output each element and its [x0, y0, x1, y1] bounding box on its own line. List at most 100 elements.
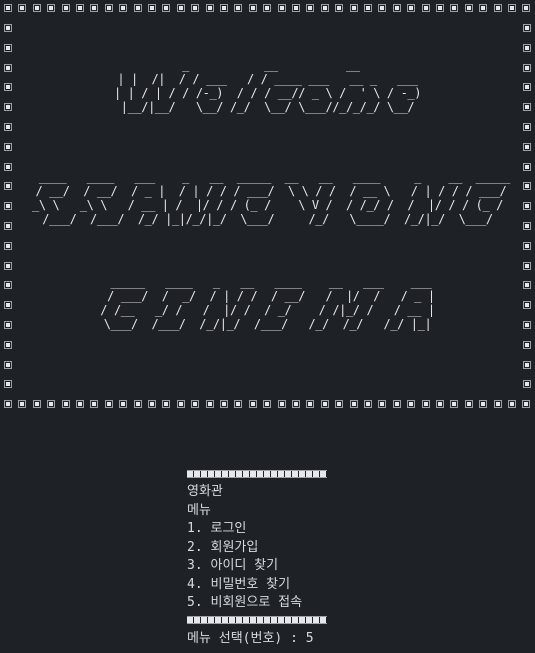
border-block	[33, 400, 41, 408]
border-block	[206, 400, 214, 408]
menu-item-find-id: 3. 아이디 찾기	[187, 558, 279, 573]
border-block	[4, 380, 12, 388]
border-block	[479, 4, 487, 12]
border-block	[4, 123, 12, 131]
menu-item-login: 1. 로그인	[187, 521, 247, 536]
border-block	[119, 400, 127, 408]
border-block	[522, 400, 530, 408]
border-block	[249, 400, 257, 408]
border-block	[407, 4, 415, 12]
border-block	[523, 361, 531, 369]
menu-prompt-input[interactable]: 메뉴 선택(번호) : 5	[187, 630, 487, 649]
border-block	[306, 4, 314, 12]
border-block	[422, 400, 430, 408]
border-block	[450, 4, 458, 12]
border-block	[335, 4, 343, 12]
border-block	[523, 24, 531, 32]
border-block	[522, 4, 530, 12]
border-block	[4, 361, 12, 369]
border-block	[177, 400, 185, 408]
menu-item-signup: 2. 회원가입	[187, 539, 259, 555]
border-block	[18, 400, 26, 408]
border-block	[292, 400, 300, 408]
border-block	[523, 123, 531, 131]
border-block	[436, 4, 444, 12]
border-block	[119, 4, 127, 12]
border-block	[47, 4, 55, 12]
separator-top	[187, 470, 327, 478]
separator-bottom	[187, 615, 327, 624]
border-block	[4, 400, 12, 408]
border-block	[393, 400, 401, 408]
border-block	[148, 400, 156, 408]
border-block	[134, 400, 142, 408]
border-block	[321, 400, 329, 408]
border-block	[350, 4, 358, 12]
border-block	[508, 400, 516, 408]
border-block	[321, 4, 329, 12]
border-block	[364, 4, 372, 12]
border-block	[206, 4, 214, 12]
border-block	[191, 4, 199, 12]
border-block	[234, 400, 242, 408]
border-block	[191, 400, 199, 408]
border-block	[62, 400, 70, 408]
border-block	[450, 400, 458, 408]
border-block	[4, 341, 12, 349]
border-block	[523, 143, 531, 151]
border-block	[162, 4, 170, 12]
border-block	[4, 24, 12, 32]
border-block	[508, 4, 516, 12]
border-block	[177, 4, 185, 12]
border-block	[494, 400, 502, 408]
border-block	[350, 400, 358, 408]
border-block	[220, 400, 228, 408]
border-block	[47, 400, 55, 408]
border-block	[523, 380, 531, 388]
ascii-banner-welcome: _ __ __ | | /| / / ___ / / ____ ___ __ _…	[113, 58, 422, 114]
border-block	[234, 4, 242, 12]
border-block	[436, 400, 444, 408]
border-block	[4, 242, 12, 250]
border-block	[523, 341, 531, 349]
border-block	[18, 4, 26, 12]
border-block	[479, 400, 487, 408]
ascii-banner-ssangyong: ____ ____ ___ _ __ _____ __ __ ____ _ __…	[32, 170, 510, 226]
border-block	[148, 4, 156, 12]
menu-item-guest: 5. 비회원으로 접속	[187, 595, 303, 610]
border-block	[4, 262, 12, 270]
border-block	[62, 4, 70, 12]
menu-subtitle: 메뉴	[187, 502, 211, 518]
border-block	[465, 400, 473, 408]
border-block	[292, 4, 300, 12]
border-block	[407, 400, 415, 408]
border-block	[306, 400, 314, 408]
border-block	[465, 4, 473, 12]
border-block	[220, 4, 228, 12]
menu-item-find-password: 4. 비밀번호 찾기	[187, 576, 291, 592]
border-block	[263, 400, 271, 408]
border-block	[278, 4, 286, 12]
border-block	[105, 4, 113, 12]
border-block	[523, 262, 531, 270]
border-block	[90, 400, 98, 408]
border-block	[249, 4, 257, 12]
console-menu: 영화관 메뉴 1. 로그인 2. 회원가입 3. 아이디 찾기 4. 비밀번호 …	[187, 470, 487, 648]
border-block	[422, 4, 430, 12]
border-block	[4, 44, 12, 52]
border-block	[364, 400, 372, 408]
border-block	[134, 4, 142, 12]
border-block	[523, 242, 531, 250]
border-block	[4, 143, 12, 151]
border-block	[162, 400, 170, 408]
border-block	[263, 4, 271, 12]
menu-title: 영화관	[187, 484, 223, 499]
ascii-banner-cinema: _____ ____ _ __ ____ __ ___ ___ / ___/ /…	[100, 275, 435, 331]
border-block	[76, 400, 84, 408]
border-block	[278, 400, 286, 408]
border-block	[393, 4, 401, 12]
border-block	[33, 4, 41, 12]
border-block	[378, 400, 386, 408]
border-block	[335, 400, 343, 408]
border-block	[76, 4, 84, 12]
